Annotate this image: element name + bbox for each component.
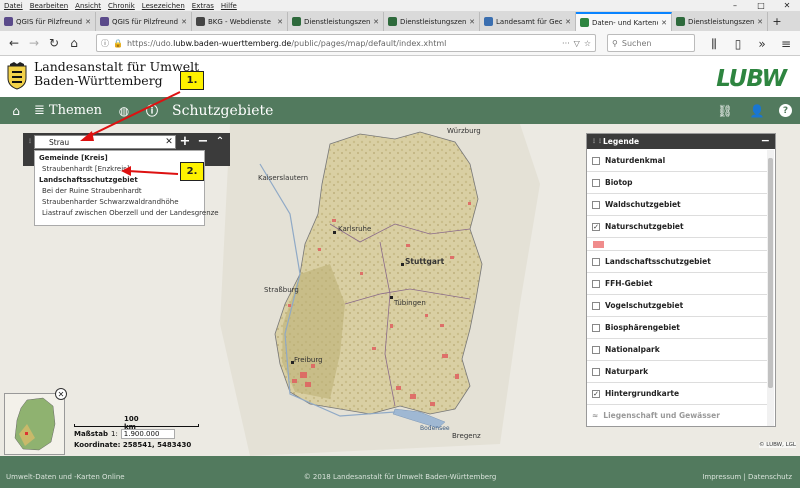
callout-2: 2. — [180, 162, 204, 181]
legend-panel: ⋮⋮ Legende − Naturdenkmal Biotop Waldschut… — [586, 133, 776, 427]
legend-item-label: Liegenschaft und Gewässer — [603, 411, 720, 420]
legend-grip-icon: ⋮⋮ — [591, 138, 603, 145]
layer-checkbox[interactable]: ✓ — [592, 389, 600, 398]
legend-item-label: Biosphärengebiet — [605, 323, 680, 332]
layer-checkbox[interactable] — [592, 156, 600, 165]
minimize-legend-icon[interactable]: − — [761, 134, 770, 147]
legend-header[interactable]: ⋮⋮ Legende − — [587, 134, 775, 149]
close-overview-icon[interactable]: ✕ — [55, 388, 67, 400]
legend-item-label: Vogelschutzgebiet — [605, 301, 684, 310]
legend-item[interactable]: Landschaftsschutzgebiet — [587, 251, 767, 273]
legend-item-label: Naturpark — [605, 367, 649, 376]
callout-1: 1. — [180, 71, 204, 90]
legend-item[interactable]: Waldschutzgebiet — [587, 194, 767, 216]
legend-scrollbar[interactable] — [767, 150, 774, 426]
legend-item-label: Nationalpark — [605, 345, 660, 354]
legend-item[interactable]: Naturpark — [587, 361, 767, 383]
scale-input[interactable]: 1.900.000 — [120, 429, 175, 439]
legend-list: Naturdenkmal Biotop Waldschutzgebiet ✓ Natur… — [587, 150, 767, 426]
layer-group-icon: ≈ — [592, 411, 599, 420]
legend-item[interactable]: FFH-Gebiet — [587, 273, 767, 295]
footer-links[interactable]: Impressum | Datenschutz — [702, 473, 792, 481]
legend-item[interactable]: Naturdenkmal — [587, 150, 767, 172]
layer-checkbox[interactable] — [592, 345, 600, 354]
layer-checkbox[interactable] — [592, 367, 600, 376]
map-copyright: © LUBW, LGL — [759, 442, 796, 448]
footer-center: © 2018 Landesanstalt für Umwelt Baden-Wü… — [303, 473, 497, 481]
layer-checkbox[interactable] — [592, 178, 600, 187]
legend-item[interactable]: Nationalpark — [587, 339, 767, 361]
legend-item[interactable]: ✓ Naturschutzgebiet — [587, 216, 767, 238]
legend-item-label: Naturdenkmal — [605, 156, 666, 165]
layer-checkbox[interactable]: ✓ — [592, 222, 600, 231]
legend-swatch — [587, 238, 767, 251]
legend-title: Legende — [603, 137, 640, 146]
legend-item[interactable]: Vogelschutzgebiet — [587, 295, 767, 317]
legend-item[interactable]: Biotop — [587, 172, 767, 194]
overview-map[interactable] — [4, 393, 65, 455]
layer-checkbox[interactable] — [592, 200, 600, 209]
legend-item-label: Biotop — [605, 178, 633, 187]
legend-item-label: FFH-Gebiet — [605, 279, 653, 288]
legend-item-label: Naturschutzgebiet — [605, 222, 684, 231]
legend-item-label: Landschaftsschutzgebiet — [605, 257, 711, 266]
layer-checkbox[interactable] — [592, 279, 600, 288]
legend-item-label: Hintergrundkarte — [605, 389, 680, 398]
scale-row: Maßstab 1: 1.900.000 — [74, 429, 175, 439]
layer-checkbox[interactable] — [592, 301, 600, 310]
layer-checkbox[interactable] — [592, 323, 600, 332]
coordinate-readout: Koordinate: 258541, 5483430 — [74, 441, 192, 449]
scale-bar — [74, 424, 199, 427]
legend-item[interactable]: ✓ Hintergrundkarte — [587, 383, 767, 405]
footer: Umwelt-Daten und -Karten Online © 2018 L… — [0, 456, 800, 488]
legend-item[interactable]: Biosphärengebiet — [587, 317, 767, 339]
legend-item[interactable]: ≈ Liegenschaft und Gewässer — [587, 405, 767, 426]
layer-checkbox[interactable] — [592, 257, 600, 266]
legend-item-label: Waldschutzgebiet — [605, 200, 681, 209]
